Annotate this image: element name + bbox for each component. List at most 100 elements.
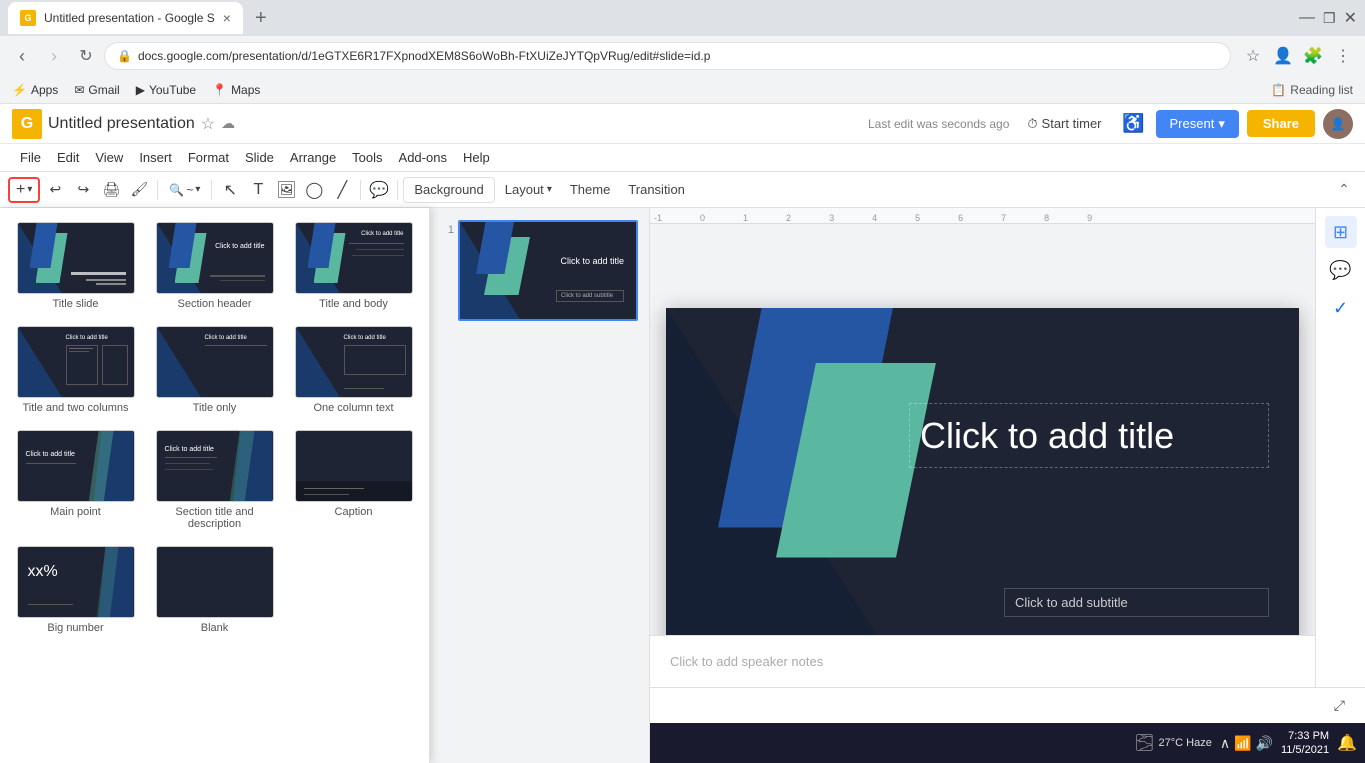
transition-btn[interactable]: Transition xyxy=(620,177,693,203)
image-tool[interactable]: 🖼 xyxy=(273,177,299,203)
toolbar-sep1 xyxy=(157,180,158,200)
tab-close-icon[interactable]: × xyxy=(223,10,231,26)
layout-item-one-col[interactable]: Click to add title One column text xyxy=(288,322,419,418)
paint-format-btn[interactable]: 🖌 xyxy=(126,177,152,203)
browser-tab[interactable]: G Untitled presentation - Google S × xyxy=(8,2,243,34)
menu-arrange[interactable]: Arrange xyxy=(282,148,344,167)
layout-item-main-point[interactable]: Click to add title Main point xyxy=(10,426,141,534)
taskbar-time-date[interactable]: 7:33 PM 11/5/2021 xyxy=(1281,729,1329,758)
add-slide-btn[interactable]: + ▾ xyxy=(8,177,40,203)
zoom-ctrl[interactable]: 🔍 ~ ▾ xyxy=(163,177,206,203)
cursor-tool[interactable]: ↖ xyxy=(217,177,243,203)
refresh-btn[interactable]: ↻ xyxy=(72,42,100,70)
layout-thumb-blank xyxy=(156,546,274,618)
background-btn[interactable]: Background xyxy=(403,177,494,203)
toolbar-sep3 xyxy=(360,180,361,200)
menu-addons[interactable]: Add-ons xyxy=(391,148,455,167)
present-dropdown-icon: ▾ xyxy=(1218,116,1225,132)
bookmark-gmail[interactable]: ✉ Gmail xyxy=(74,83,119,97)
slide-thumb-1[interactable]: Click to add title Click to add subtitle xyxy=(458,220,638,321)
notification-icon[interactable]: 🔔 xyxy=(1337,733,1357,753)
layout-item-title-body[interactable]: Click to add title Title and body xyxy=(288,218,419,314)
volume-icon[interactable]: 🔊 xyxy=(1256,735,1273,752)
menu-dots-icon[interactable]: ⋮ xyxy=(1329,42,1357,70)
reading-list-btn[interactable]: 📋 Reading list xyxy=(1271,83,1353,97)
layout-btn[interactable]: Layout ▾ xyxy=(497,177,560,203)
forward-btn[interactable]: › xyxy=(40,42,68,70)
bookmark-apps[interactable]: ⚡ Apps xyxy=(12,83,58,97)
layout-item-title-two-cols[interactable]: Click to add title Title and two columns xyxy=(10,322,141,418)
slide-subtitle-area[interactable]: Click to add subtitle xyxy=(1004,588,1269,617)
menu-file[interactable]: File xyxy=(12,148,49,167)
slide-thumb-row: 1 Click to add title Click to add subtit… xyxy=(434,216,645,325)
menu-slide[interactable]: Slide xyxy=(237,148,282,167)
add-dropdown-icon: ▾ xyxy=(27,184,32,195)
layout-thumb-one-col: Click to add title xyxy=(295,326,413,398)
menu-view[interactable]: View xyxy=(87,148,131,167)
bookmark-star-icon[interactable]: ☆ xyxy=(1239,42,1267,70)
back-btn[interactable]: ‹ xyxy=(8,42,36,70)
menu-insert[interactable]: Insert xyxy=(131,148,180,167)
layout-item-caption[interactable]: Caption xyxy=(288,426,419,534)
zoom-arrow-icon: ▾ xyxy=(195,184,200,195)
ruler-horizontal: -1 0 1 2 3 4 5 6 7 8 9 xyxy=(650,208,1315,224)
text-tool[interactable]: T xyxy=(245,177,271,203)
close-window-icon[interactable]: ✕ xyxy=(1344,8,1357,28)
new-tab-btn[interactable]: + xyxy=(251,7,271,30)
tab-title: Untitled presentation - Google S xyxy=(44,11,215,25)
layout-thumb-main-point: Click to add title xyxy=(17,430,135,502)
cloud-icon[interactable]: ☁ xyxy=(221,115,235,132)
accessibility-icon[interactable]: ♿ xyxy=(1120,110,1148,138)
address-bar[interactable]: 🔒 docs.google.com/presentation/d/1eGTXE6… xyxy=(104,42,1231,70)
star-icon[interactable]: ☆ xyxy=(201,114,215,134)
notes-placeholder-text[interactable]: Click to add speaker notes xyxy=(670,654,823,669)
profile-icon[interactable]: 👤 xyxy=(1269,42,1297,70)
bookmark-youtube[interactable]: ▶ YouTube xyxy=(136,83,196,97)
sidebar-comments-icon[interactable]: 💬 xyxy=(1325,254,1357,286)
minimize-icon[interactable]: — xyxy=(1299,9,1315,27)
layout-label-one-col: One column text xyxy=(313,402,393,414)
slide-number: 1 xyxy=(438,220,454,236)
menu-help[interactable]: Help xyxy=(455,148,498,167)
undo-btn[interactable]: ↩ xyxy=(42,177,68,203)
slide-title-text: Click to add title xyxy=(920,414,1258,457)
share-btn[interactable]: Share xyxy=(1247,110,1315,137)
layout-label: Layout xyxy=(505,182,544,197)
line-tool[interactable]: ╱ xyxy=(329,177,355,203)
menu-edit[interactable]: Edit xyxy=(49,148,87,167)
slide-canvas[interactable]: Click to add title Click to add subtitle xyxy=(666,308,1299,680)
layout-item-title-slide[interactable]: Title slide xyxy=(10,218,141,314)
zoom-icon: 🔍 xyxy=(169,183,184,197)
shape-tool[interactable]: ◯ xyxy=(301,177,327,203)
layout-label-main-point: Main point xyxy=(50,506,101,518)
present-btn[interactable]: Present ▾ xyxy=(1156,110,1239,138)
app-header: G Untitled presentation ☆ ☁ Last edit wa… xyxy=(0,104,1365,144)
redo-btn[interactable]: ↪ xyxy=(70,177,96,203)
expand-notes-btn[interactable]: ⤢ xyxy=(1326,693,1353,718)
menu-tools[interactable]: Tools xyxy=(344,148,390,167)
menu-bar: File Edit View Insert Format Slide Arran… xyxy=(0,144,1365,172)
slide-title-area[interactable]: Click to add title xyxy=(909,403,1269,468)
layout-item-section-title-desc[interactable]: Click to add title Section title and des… xyxy=(149,426,280,534)
layout-item-big-number[interactable]: xx% Big number xyxy=(10,542,141,638)
layout-item-section-header[interactable]: Click to add title Section header xyxy=(149,218,280,314)
network-icon[interactable]: 📶 xyxy=(1234,735,1251,752)
layout-item-title-only[interactable]: Click to add title Title only xyxy=(149,322,280,418)
comment-btn[interactable]: 💬 xyxy=(366,177,392,203)
collapse-toolbar-btn[interactable]: ⌃ xyxy=(1331,177,1357,203)
start-timer-btn[interactable]: ⏱ Start timer xyxy=(1017,110,1111,138)
menu-format[interactable]: Format xyxy=(180,148,237,167)
sidebar-explore-icon[interactable]: ⊞ xyxy=(1325,216,1357,248)
extensions-icon[interactable]: 🧩 xyxy=(1299,42,1327,70)
layout-item-blank[interactable]: Blank xyxy=(149,542,280,638)
sidebar-tasks-icon[interactable]: ✓ xyxy=(1325,292,1357,324)
toolbar: + ▾ ↩ ↪ 🖨 🖌 🔍 ~ ▾ ↖ T 🖼 ◯ ╱ 💬 Background… xyxy=(0,172,1365,208)
maximize-icon[interactable]: ❐ xyxy=(1323,10,1336,27)
print-btn[interactable]: 🖨 xyxy=(98,177,124,203)
bookmark-maps[interactable]: 📍 Maps xyxy=(212,83,260,97)
layout-panel: Title slide Click to add title Section h… xyxy=(0,208,430,763)
profile-avatar[interactable]: 👤 xyxy=(1323,109,1353,139)
theme-btn[interactable]: Theme xyxy=(562,177,618,203)
layout-label-caption: Caption xyxy=(335,506,373,518)
chevron-up-icon[interactable]: ∧ xyxy=(1220,735,1230,752)
